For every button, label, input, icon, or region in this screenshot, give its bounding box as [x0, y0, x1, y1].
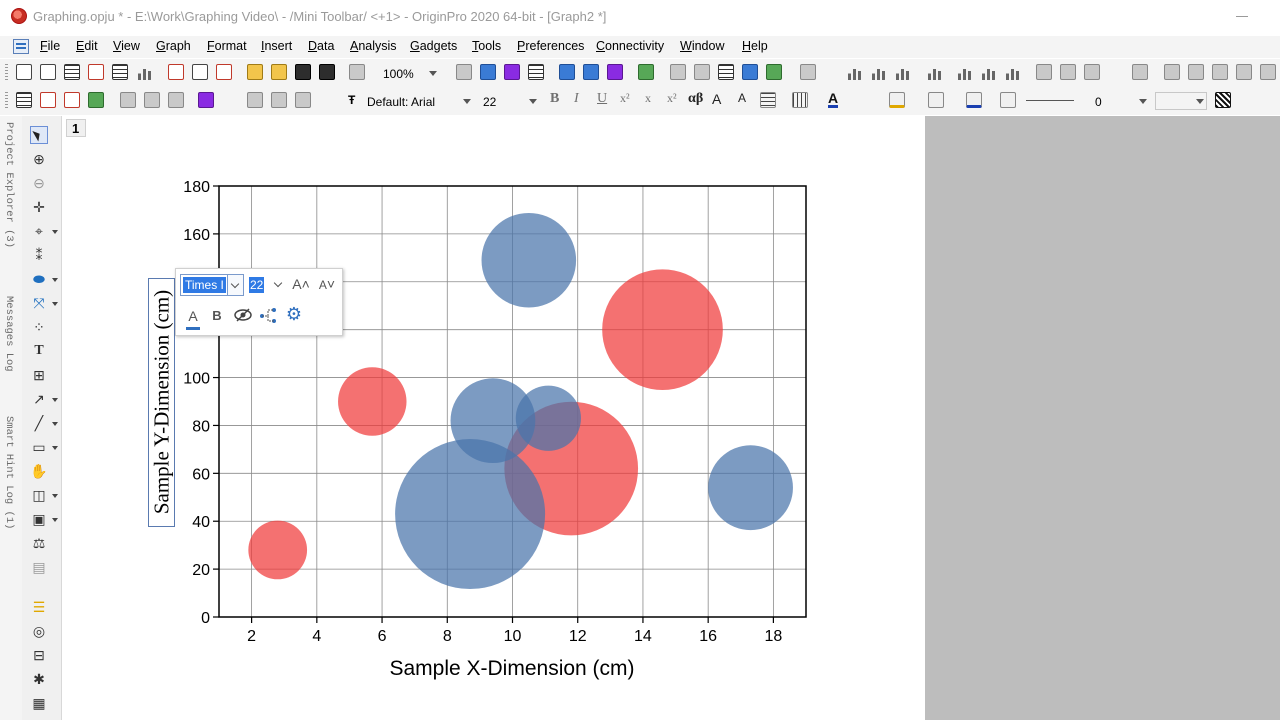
mini-bold-button[interactable]: B: [208, 307, 226, 325]
blue-bubble[interactable]: [481, 212, 577, 308]
mini-font-color-button[interactable]: A: [184, 307, 202, 330]
y-tick-label: 40: [192, 514, 210, 531]
x-tick-label: 10: [504, 628, 522, 645]
x-tick-label: 8: [443, 628, 452, 645]
red-bubble[interactable]: [602, 269, 723, 390]
x-tick-label: 4: [312, 628, 321, 645]
decrease-font-icon: A: [318, 278, 327, 292]
connector-icon[interactable]: [257, 306, 279, 328]
mini-font-combo[interactable]: Times I: [180, 274, 244, 296]
mini-increase-font-button[interactable]: A˄: [290, 275, 312, 293]
hide-eye-icon[interactable]: [232, 306, 254, 328]
x-tick-label: 2: [247, 628, 256, 645]
red-bubble[interactable]: [248, 520, 308, 580]
gear-icon[interactable]: ⚙: [283, 305, 305, 323]
y-tick-label: 160: [183, 227, 210, 244]
mini-decrease-font-button[interactable]: A˅: [316, 275, 338, 294]
blue-bubble[interactable]: [395, 439, 546, 590]
x-tick-label: 6: [378, 628, 387, 645]
y-tick-label: 100: [183, 371, 210, 388]
red-bubble[interactable]: [338, 367, 407, 436]
x-tick-label: 12: [569, 628, 587, 645]
y-tick-label: 180: [183, 179, 210, 196]
bubble-chart[interactable]: 24681012141618020406080100120140160180: [0, 0, 1280, 720]
y-axis-title[interactable]: Sample Y-Dimension (cm): [150, 290, 175, 514]
chevron-down-icon[interactable]: [271, 274, 287, 294]
x-tick-label: 18: [764, 628, 782, 645]
x-tick-label: 14: [634, 628, 652, 645]
mini-font-value[interactable]: Times I: [183, 277, 226, 293]
mini-toolbar: Times I 22 A˄ A˅ A B ⚙: [175, 268, 343, 336]
increase-font-icon: A: [292, 276, 302, 292]
y-tick-label: 0: [201, 610, 210, 627]
chevron-down-icon[interactable]: [227, 275, 243, 295]
mini-font-size-combo[interactable]: 22: [247, 274, 287, 296]
mini-font-size-value[interactable]: 22: [249, 277, 265, 293]
y-tick-label: 80: [192, 418, 210, 435]
y-tick-label: 20: [192, 562, 210, 579]
y-tick-label: 60: [192, 466, 210, 483]
blue-bubble[interactable]: [515, 385, 581, 451]
blue-bubble[interactable]: [708, 445, 793, 531]
x-axis-title[interactable]: Sample X-Dimension (cm): [389, 657, 634, 681]
x-tick-label: 16: [699, 628, 717, 645]
